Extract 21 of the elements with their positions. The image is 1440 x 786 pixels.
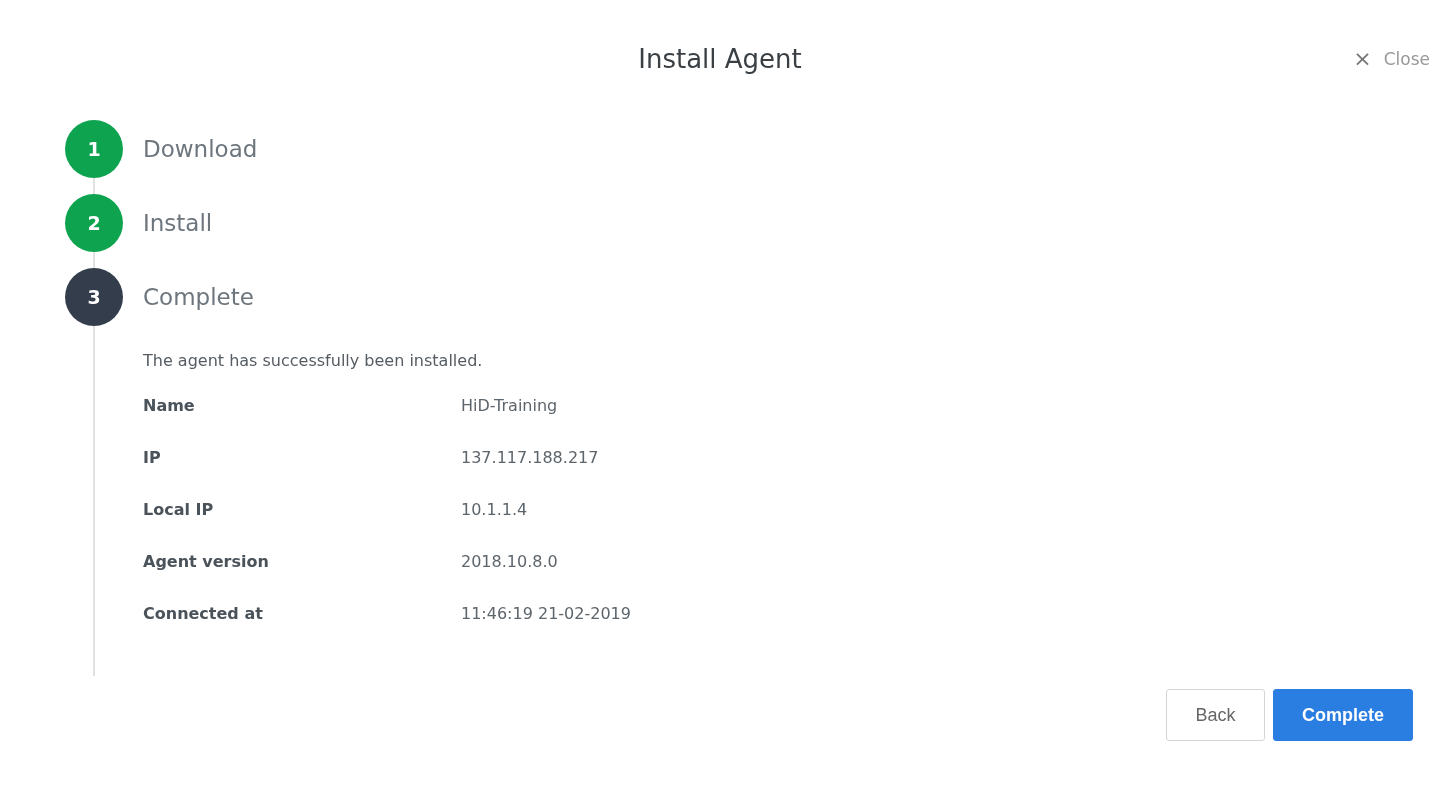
status-message: The agent has successfully been installed. [143,351,484,370]
complete-button[interactable]: Complete [1273,689,1413,741]
step-label: Download [143,136,258,162]
detail-value: 10.1.1.4 [461,500,528,521]
detail-label: Connected at [143,604,264,625]
step-number: 3 [65,268,123,326]
step-number: 2 [65,194,123,252]
detail-label: Agent version [143,552,270,573]
close-button[interactable]: × Close [1353,46,1430,71]
detail-value: HiD-Training [461,396,558,417]
detail-label: Local IP [143,500,215,521]
detail-value: 11:46:19 21-02-2019 [461,604,631,625]
dialog-title: Install Agent [638,44,802,74]
detail-value: 137.117.188.217 [461,448,599,469]
step-label: Install [143,210,213,236]
step-label: Complete [143,284,254,310]
detail-label: Name [143,396,196,417]
step-number: 1 [65,120,123,178]
back-button[interactable]: Back [1166,689,1265,741]
detail-value: 2018.10.8.0 [461,552,558,573]
detail-label: IP [143,448,162,469]
